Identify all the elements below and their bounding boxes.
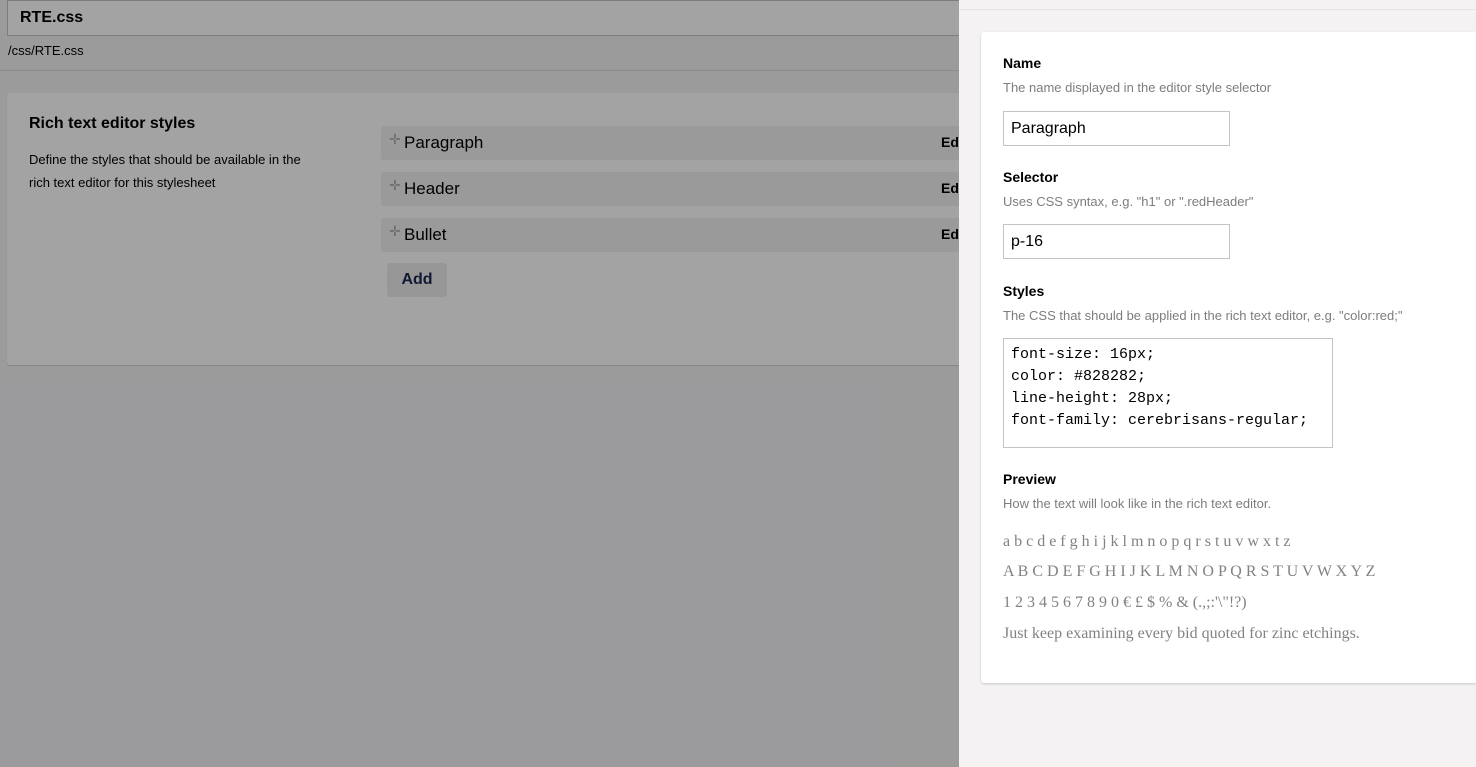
- name-description: The name displayed in the editor style s…: [1003, 80, 1272, 95]
- preview-uppercase: A B C D E F G H I J K L M N O P Q R S T …: [1003, 563, 1376, 580]
- preview-pangram: Just keep examining every bid quoted for…: [1003, 625, 1360, 642]
- styles-label: Styles: [1003, 283, 1045, 299]
- style-name-input[interactable]: [1003, 111, 1230, 146]
- edit-style-dialog: Name The name displayed in the editor st…: [959, 0, 1476, 767]
- preview-description: How the text will look like in the rich …: [1003, 496, 1272, 511]
- name-label: Name: [1003, 55, 1042, 71]
- preview-lowercase: a b c d e f g h i j k l m n o p q r s t …: [1003, 533, 1291, 550]
- modal-overlay[interactable]: [0, 0, 959, 767]
- selector-description: Uses CSS syntax, e.g. "h1" or ".redHeade…: [1003, 194, 1254, 209]
- preview-digits-symbols: 1 2 3 4 5 6 7 8 9 0 € £ $ % & (.,;:'\"!?…: [1003, 594, 1247, 611]
- preview-label: Preview: [1003, 471, 1056, 487]
- selector-label: Selector: [1003, 169, 1059, 185]
- selector-input[interactable]: [1003, 224, 1230, 259]
- dialog-header-divider: [959, 9, 1476, 10]
- style-form-card: Name The name displayed in the editor st…: [981, 32, 1476, 683]
- styles-textarea[interactable]: font-size: 16px; color: #828282; line-he…: [1003, 338, 1333, 448]
- styles-description: The CSS that should be applied in the ri…: [1003, 308, 1403, 323]
